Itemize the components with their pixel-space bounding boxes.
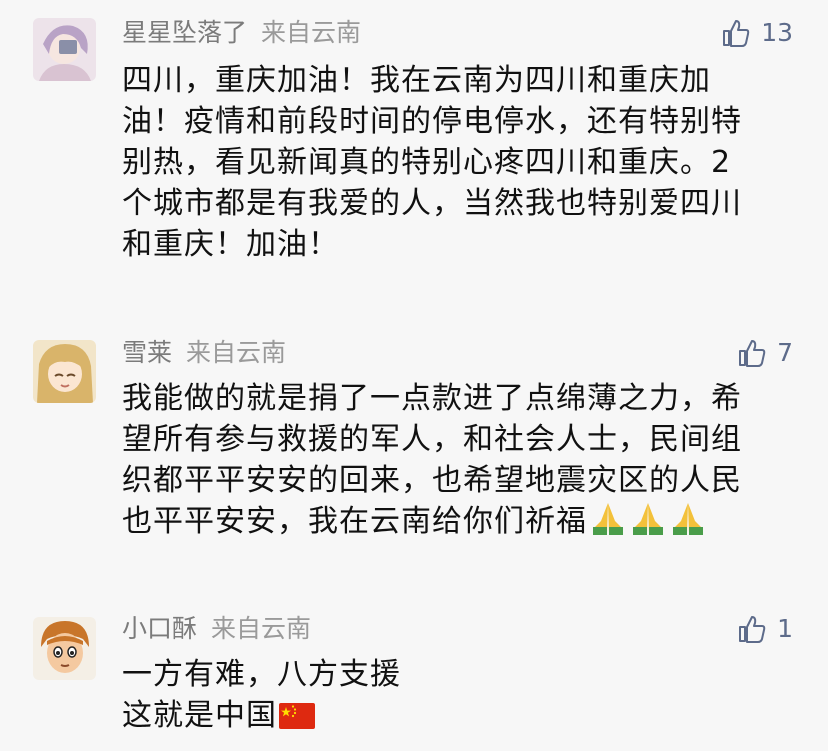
username[interactable]: 雪莱 [122, 338, 172, 367]
comment-line-text: 也平平安安，我在云南给你们祈福 [122, 504, 587, 539]
folded-hands-emoji [669, 501, 707, 546]
avatar[interactable] [33, 617, 96, 680]
like-button[interactable]: 7 [737, 338, 793, 368]
folded-hands-emoji [629, 501, 667, 546]
like-count: 7 [777, 338, 793, 367]
comment-line: 也平平安安，我在云南给你们祈福 [122, 501, 802, 546]
comment-line: 织都平平安安的回来，也希望地震灾区的人民 [122, 463, 742, 498]
username[interactable]: 小口酥 [122, 614, 197, 643]
like-button[interactable]: 13 [721, 18, 793, 48]
thumbs-up-icon [739, 340, 766, 367]
thumbs-up-icon [723, 20, 750, 47]
username[interactable]: 星星坠落了 [122, 18, 247, 47]
location-label: 来自云南 [186, 338, 287, 367]
comment-line-text: 这就是中国 [122, 698, 277, 733]
avatar[interactable] [33, 18, 96, 81]
comment-line: 个城市都是有我爱的人，当然我也特别爱四川 [122, 186, 742, 221]
china-flag-emoji [279, 699, 315, 740]
comment-text: 我能做的就是捐了一点款进了点绵薄之力，希 望所有参与救援的军人，和社会人士，民间… [122, 378, 802, 546]
location-label: 来自云南 [211, 614, 312, 643]
location-label: 来自云南 [261, 18, 362, 47]
like-count: 1 [777, 614, 793, 643]
comment-text: 四川，重庆加油！我在云南为四川和重庆加 油！疫情和前段时间的停电停水，还有特别特… [122, 60, 802, 265]
comment-line: 望所有参与救援的军人，和社会人士，民间组 [122, 422, 742, 457]
comment-line: 这就是中国 [122, 695, 802, 740]
like-button[interactable]: 1 [737, 614, 793, 644]
comment-meta: 星星坠落了 来自云南 [122, 18, 361, 48]
comment-line: 别热，看见新闻真的特别心疼四川和重庆。2 [122, 145, 732, 180]
comment-text: 一方有难，八方支援 这就是中国 [122, 654, 802, 740]
like-count: 13 [761, 18, 793, 47]
comment-meta: 小口酥 来自云南 [122, 614, 311, 644]
comment-line: 一方有难，八方支援 [122, 657, 401, 692]
comment-meta: 雪莱 来自云南 [122, 338, 286, 368]
comment-line: 和重庆！加油！ [122, 227, 339, 262]
comment-line: 油！疫情和前段时间的停电停水，还有特别特 [122, 104, 742, 139]
folded-hands-emoji [589, 501, 627, 546]
thumbs-up-icon [739, 616, 766, 643]
avatar[interactable] [33, 340, 96, 403]
comment-line: 四川，重庆加油！我在云南为四川和重庆加 [122, 63, 711, 98]
comment-line: 我能做的就是捐了一点款进了点绵薄之力，希 [122, 381, 742, 416]
